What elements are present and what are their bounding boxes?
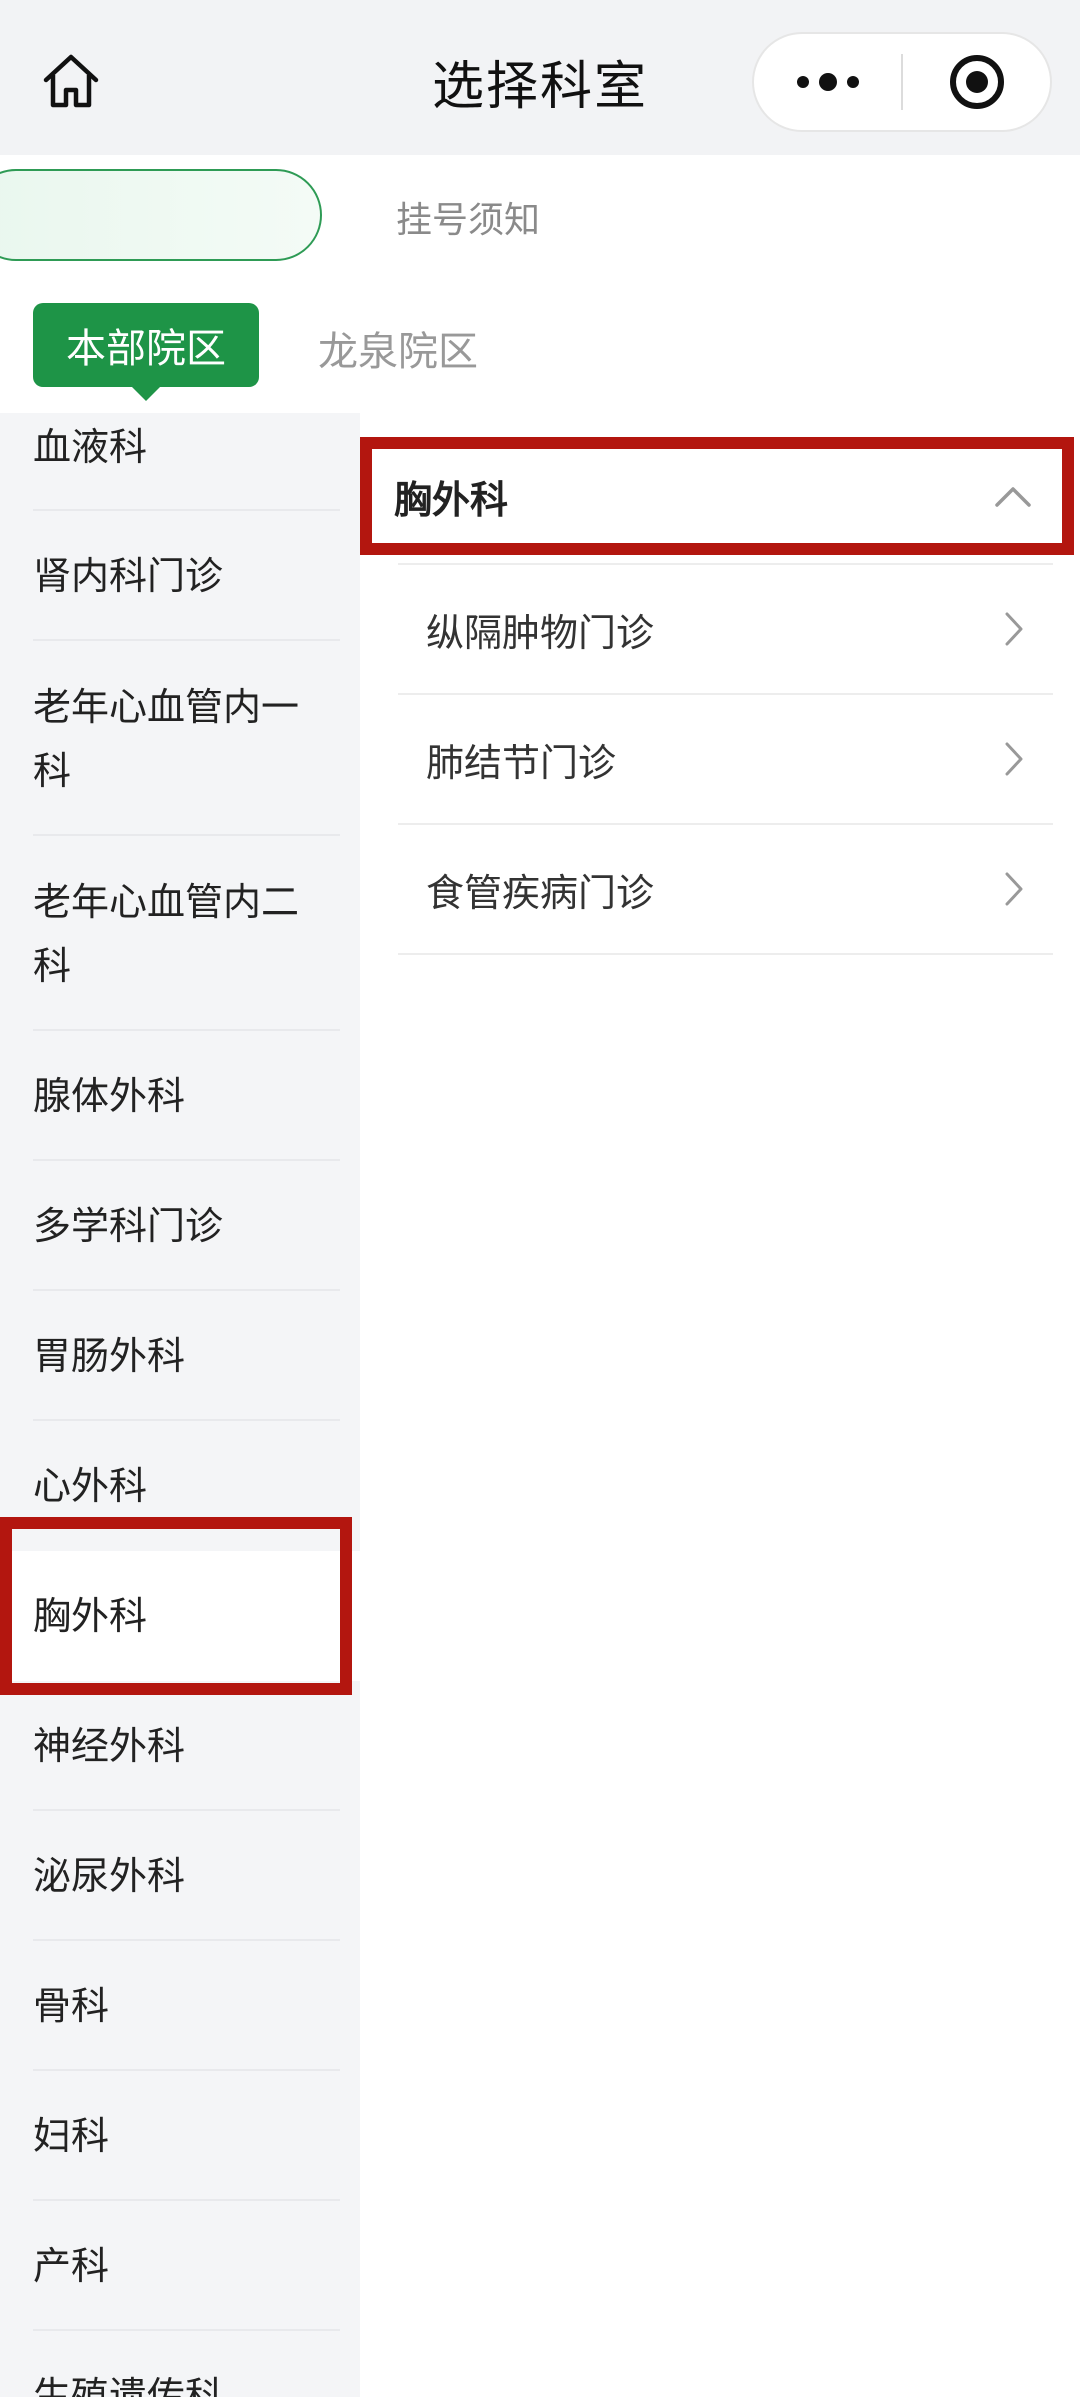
tab-main-campus[interactable]: 本部院区 [33, 303, 259, 401]
sidebar-item-label: 神经外科 [33, 1724, 186, 1768]
clinic-item-label: 纵隔肿物门诊 [426, 610, 655, 655]
sidebar-item-nephrology-clinic[interactable]: 肾内科门诊 [0, 511, 360, 641]
group-title: 胸外科 [394, 477, 509, 522]
sidebar-item-geriatric-cardio-1[interactable]: 老年心血管内一科 [0, 641, 360, 836]
sidebar-item-label: 多学科门诊 [33, 1204, 224, 1248]
sidebar-item-cardiac-surgery[interactable]: 心外科 [0, 1421, 360, 1551]
sidebar-item-thoracic-surgery[interactable]: 胸外科 [0, 1551, 360, 1681]
sidebar-item-orthopedics[interactable]: 骨科 [0, 1941, 360, 2071]
sidebar-item-neurosurgery[interactable]: 神经外科 [0, 1681, 360, 1811]
more-dots-icon [796, 73, 859, 91]
chevron-up-icon [995, 487, 1031, 507]
sidebar-item-label: 心外科 [33, 1464, 148, 1508]
sidebar-item-reproductive-genetics[interactable]: 生殖遗传科 [0, 2331, 360, 2397]
sidebar-item-gland-surgery[interactable]: 腺体外科 [0, 1031, 360, 1161]
sidebar-item-label: 妇科 [33, 2114, 110, 2158]
chevron-right-icon [1005, 872, 1023, 906]
sidebar-item-multidisciplinary-clinic[interactable]: 多学科门诊 [0, 1161, 360, 1291]
clinic-item-label: 食管疾病门诊 [426, 870, 655, 915]
navigation-bar: 选择科室 [0, 0, 1080, 155]
tab-longquan-campus[interactable]: 龙泉院区 [318, 319, 478, 377]
sidebar-item-obstetrics[interactable]: 产科 [0, 2201, 360, 2331]
sidebar-item-label: 老年心血管内二科 [33, 879, 300, 988]
sidebar-item-urology[interactable]: 泌尿外科 [0, 1811, 360, 1941]
sidebar-item-label: 老年心血管内一科 [33, 684, 300, 793]
list-divider [398, 953, 1053, 955]
sidebar-item-label: 腺体外科 [33, 1074, 186, 1118]
close-mini-program-button[interactable] [903, 34, 1050, 130]
chevron-right-icon [1005, 742, 1023, 776]
sidebar-item-label: 胸外科 [33, 1594, 148, 1638]
clinic-item-label: 肺结节门诊 [426, 740, 617, 785]
sidebar-item-gynecology[interactable]: 妇科 [0, 2071, 360, 2201]
sidebar-item-label: 泌尿外科 [33, 1854, 186, 1898]
registration-notice-link[interactable]: 挂号须知 [396, 191, 540, 243]
department-sidebar[interactable]: 血液科 肾内科门诊 老年心血管内一科 老年心血管内二科 腺体外科 多学科门诊 胃… [0, 413, 360, 2397]
target-close-icon [949, 55, 1004, 109]
clinic-panel: 胸外科 纵隔肿物门诊 肺结节门诊 食管疾病门诊 [360, 413, 1080, 2397]
clinic-item-esophageal-disease[interactable]: 食管疾病门诊 [398, 823, 1053, 953]
clinic-item-pulmonary-nodule[interactable]: 肺结节门诊 [398, 693, 1053, 823]
sidebar-item-hematology[interactable]: 血液科 [0, 413, 360, 511]
chevron-right-icon [1005, 612, 1023, 646]
sidebar-item-label: 生殖遗传科 [33, 2374, 224, 2397]
clinic-item-mediastinal-tumor[interactable]: 纵隔肿物门诊 [398, 563, 1053, 693]
sidebar-item-gastrointestinal-surgery[interactable]: 胃肠外科 [0, 1291, 360, 1421]
notice-row: 挂号须知 [0, 155, 1080, 275]
sidebar-item-label: 产科 [33, 2244, 110, 2288]
sidebar-item-label: 血液科 [33, 425, 148, 469]
sidebar-item-label: 骨科 [33, 1984, 110, 2028]
department-group-header[interactable]: 胸外科 [360, 437, 1074, 555]
more-button[interactable] [754, 34, 901, 130]
sidebar-item-label: 胃肠外科 [33, 1334, 186, 1378]
redacted-tab[interactable] [0, 169, 322, 261]
sidebar-item-label: 肾内科门诊 [33, 554, 224, 598]
sidebar-item-geriatric-cardio-2[interactable]: 老年心血管内二科 [0, 836, 360, 1031]
campus-tabs: 本部院区 龙泉院区 [0, 275, 1080, 413]
mini-program-capsule [752, 32, 1052, 132]
